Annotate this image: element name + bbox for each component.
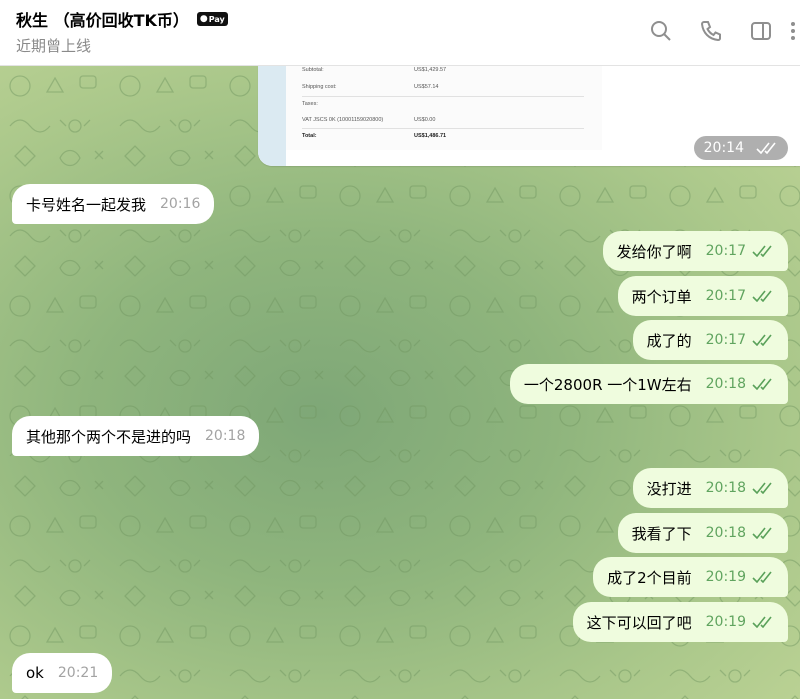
- last-seen-status: 近期曾上线: [16, 37, 92, 55]
- receipt-value: US$1,429.57: [414, 67, 447, 73]
- receipt-value: US$0.00: [414, 117, 436, 123]
- message-time: 20:14: [703, 140, 744, 156]
- message-time: 20:19: [705, 569, 746, 585]
- image-timestamp: 20:14: [693, 136, 788, 160]
- message-text: 发给你了啊: [616, 242, 692, 261]
- image-message[interactable]: Subtotal: US$1,429.57 Shipping cost: US$…: [258, 66, 800, 166]
- read-ticks-icon: [752, 378, 774, 390]
- read-ticks-icon: [752, 571, 774, 583]
- message-time: 20:21: [57, 665, 99, 681]
- read-ticks-icon: [752, 290, 774, 302]
- message-text: 我看了下: [631, 524, 692, 543]
- message-time: 20:18: [205, 428, 246, 444]
- title-row[interactable]: 秋生 （高价回收TK币） ● Pay: [16, 7, 228, 31]
- more-vertical-icon[interactable]: [786, 16, 800, 46]
- read-ticks-icon: [752, 616, 774, 628]
- message-text: 两个订单: [631, 287, 692, 306]
- message-time: 20:16: [160, 196, 201, 212]
- message-time: 20:19: [705, 614, 746, 630]
- read-ticks-icon: [752, 245, 774, 257]
- image-edge: [258, 66, 286, 166]
- message-time: 20:17: [705, 332, 746, 348]
- receipt-label: VAT JSCS 0K (10001159020800): [302, 117, 384, 123]
- message-text: 其他那个两个不是进的吗: [26, 427, 192, 446]
- message-bubble-outgoing[interactable]: 这下可以回了吧 20:19: [572, 602, 788, 642]
- receipt-label: Subtotal:: [302, 67, 324, 73]
- receipt-divider: [302, 96, 584, 97]
- receipt-value: US$1,486.71: [414, 133, 447, 139]
- chat-area[interactable]: Subtotal: US$1,429.57 Shipping cost: US$…: [0, 66, 800, 699]
- receipt-divider: [302, 128, 584, 129]
- message-bubble-incoming[interactable]: ok 20:21: [12, 653, 113, 693]
- message-text: 这下可以回了吧: [586, 613, 692, 632]
- message-bubble-outgoing[interactable]: 成了的 20:17: [632, 320, 788, 360]
- message-text: 没打进: [646, 479, 692, 498]
- read-ticks-icon: [756, 142, 778, 154]
- message-bubble-outgoing[interactable]: 发给你了啊 20:17: [602, 231, 788, 271]
- read-ticks-icon: [752, 482, 774, 494]
- message-bubble-outgoing[interactable]: 我看了下 20:18: [617, 513, 788, 553]
- message-time: 20:17: [705, 243, 746, 259]
- message-text: ok: [26, 664, 44, 682]
- message-bubble-outgoing[interactable]: 没打进 20:18: [632, 468, 788, 508]
- apple-icon: ●: [199, 14, 208, 24]
- message-bubble-incoming[interactable]: 其他那个两个不是进的吗 20:18: [12, 416, 260, 456]
- receipt-label: Taxes:: [302, 101, 318, 107]
- receipt-image: Subtotal: US$1,429.57 Shipping cost: US$…: [286, 66, 602, 150]
- apple-pay-badge: ● Pay: [196, 12, 228, 26]
- message-time: 20:18: [705, 525, 746, 541]
- receipt-label: Total:: [302, 133, 317, 139]
- message-text: 成了2个目前: [607, 568, 692, 587]
- message-bubble-outgoing[interactable]: 一个2800R 一个1W左右 20:18: [509, 364, 788, 404]
- message-bubble-outgoing[interactable]: 两个订单 20:17: [617, 276, 788, 316]
- search-icon[interactable]: [646, 16, 676, 46]
- header-actions: [626, 16, 800, 46]
- read-ticks-icon: [752, 527, 774, 539]
- sidebar-toggle-icon[interactable]: [746, 16, 776, 46]
- message-time: 20:17: [705, 288, 746, 304]
- message-bubble-outgoing[interactable]: 成了2个目前 20:19: [593, 557, 788, 597]
- message-text: 一个2800R 一个1W左右: [523, 375, 692, 394]
- phone-icon[interactable]: [696, 16, 726, 46]
- read-ticks-icon: [752, 334, 774, 346]
- message-time: 20:18: [705, 480, 746, 496]
- chat-header: 秋生 （高价回收TK币） ● Pay 近期曾上线: [0, 0, 800, 66]
- chat-title[interactable]: 秋生 （高价回收TK币）: [16, 7, 189, 31]
- message-text: 卡号姓名一起发我: [26, 195, 147, 214]
- message-bubble-incoming[interactable]: 卡号姓名一起发我 20:16: [12, 184, 215, 224]
- message-text: 成了的: [646, 331, 692, 350]
- receipt-value: US$57.14: [414, 84, 439, 90]
- receipt-label: Shipping cost:: [302, 84, 337, 90]
- message-time: 20:18: [705, 376, 746, 392]
- badge-label: Pay: [208, 14, 225, 24]
